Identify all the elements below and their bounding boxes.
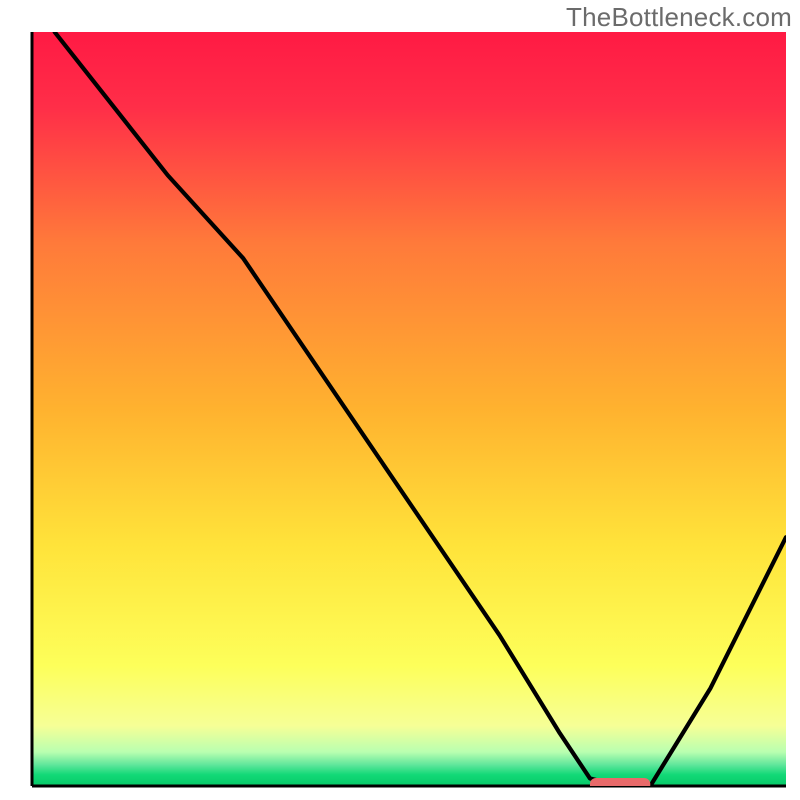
- chart-svg: [0, 0, 800, 800]
- watermark-text: TheBottleneck.com: [566, 2, 792, 33]
- bottleneck-chart: TheBottleneck.com: [0, 0, 800, 800]
- optimal-range-marker: [590, 778, 650, 791]
